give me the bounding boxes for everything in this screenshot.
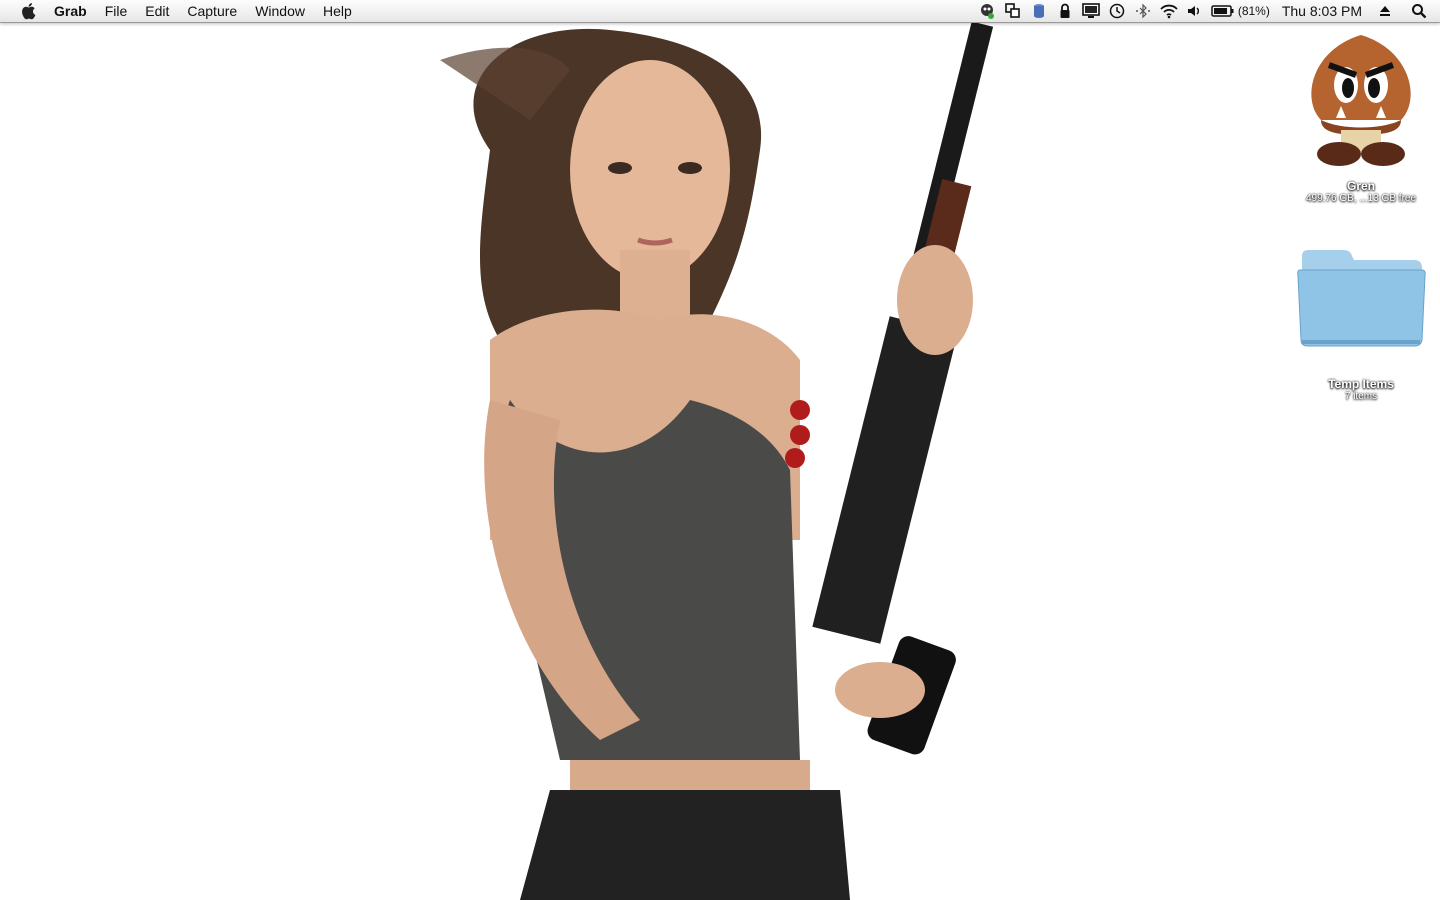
folder-name: Temp Items (1328, 377, 1394, 391)
folder-icon (1297, 250, 1426, 347)
display-icon[interactable] (1080, 0, 1102, 22)
growl-icon[interactable] (976, 0, 998, 22)
menu-window[interactable]: Window (246, 0, 314, 22)
menu-capture[interactable]: Capture (178, 0, 246, 22)
menu-help[interactable]: Help (314, 0, 361, 22)
menu-bar: Grab File Edit Capture Window Help (81%)… (0, 0, 1440, 23)
folder-icon-temp-items[interactable]: Temp Items 7 items (1286, 248, 1436, 403)
lock-icon[interactable] (1054, 0, 1076, 22)
drive-icon-gren[interactable]: Gren 499.76 GB, ...13 GB free (1286, 30, 1436, 205)
menu-file[interactable]: File (96, 0, 137, 22)
status-area: (81%) Thu 8:03 PM (974, 0, 1432, 22)
battery-percentage: (81%) (1237, 4, 1270, 18)
wallpaper-image (440, 21, 994, 900)
goomba-drive-icon (1311, 35, 1411, 166)
wifi-icon[interactable] (1158, 0, 1180, 22)
menu-clock[interactable]: Thu 8:03 PM (1282, 3, 1362, 19)
volume-icon[interactable] (1184, 0, 1206, 22)
app-menu-grab[interactable]: Grab (54, 0, 96, 22)
apple-menu-icon[interactable] (19, 2, 37, 20)
battery-icon[interactable] (1210, 0, 1236, 22)
database-icon[interactable] (1028, 0, 1050, 22)
eject-icon[interactable] (1374, 0, 1396, 22)
shotgun-shape (785, 21, 994, 755)
spaces-icon[interactable] (1002, 0, 1024, 22)
drive-info: 499.76 GB, ...13 GB free (1305, 193, 1417, 204)
bluetooth-icon[interactable] (1132, 0, 1154, 22)
menu-edit[interactable]: Edit (136, 0, 178, 22)
spotlight-search-icon[interactable] (1408, 0, 1430, 22)
time-machine-icon[interactable] (1106, 0, 1128, 22)
folder-info: 7 items (1344, 391, 1378, 402)
drive-name: Gren (1346, 179, 1375, 193)
